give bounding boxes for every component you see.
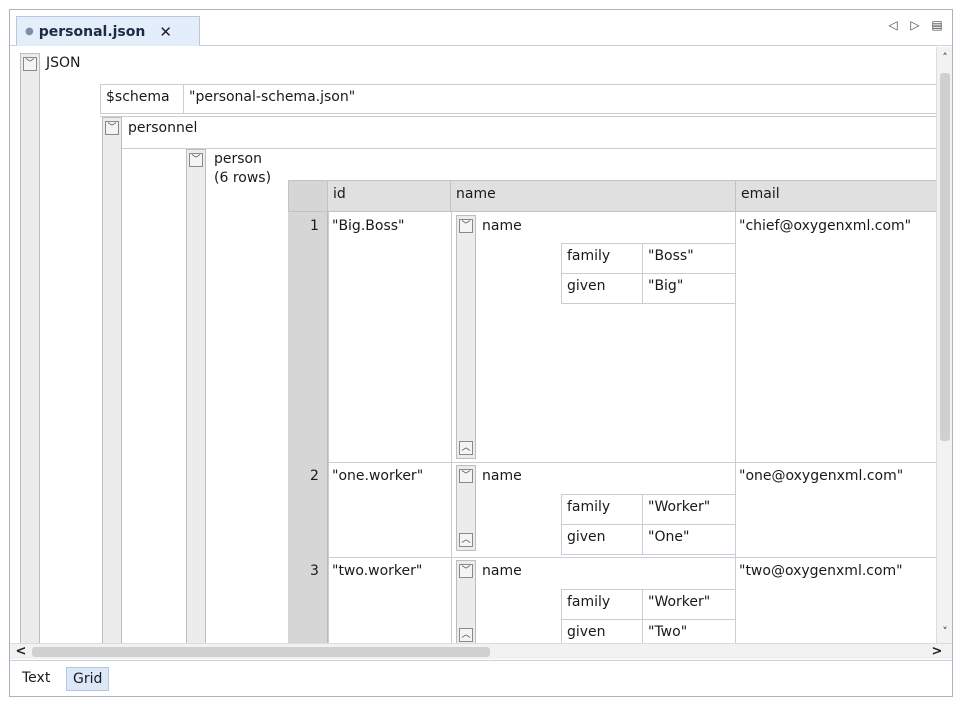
- tab-filename: personal.json: [38, 23, 146, 40]
- name-gutter: [456, 215, 476, 459]
- collapse-personnel-icon[interactable]: ﹀: [105, 121, 119, 135]
- name-label: name: [482, 468, 522, 484]
- tab-list-menu-icon[interactable]: ▤: [930, 18, 944, 32]
- tab-navigation: ◁ ▷ ▤: [886, 18, 944, 32]
- expand-up-icon[interactable]: ︿: [459, 533, 473, 547]
- mode-tab-text[interactable]: Text: [16, 667, 56, 691]
- given-key: given: [561, 273, 643, 304]
- family-key: family: [561, 589, 643, 620]
- cell-email[interactable]: "one@oxygenxml.com": [739, 468, 903, 484]
- cell-email[interactable]: "chief@oxygenxml.com": [739, 218, 911, 234]
- grid-view: ﹀ JSON $schema "personal-schema.json" ﹀ …: [10, 47, 936, 643]
- schema-value[interactable]: "personal-schema.json": [183, 84, 936, 114]
- person-label: person: [214, 151, 262, 167]
- column-header-name[interactable]: name: [450, 180, 736, 212]
- horizontal-scroll-thumb[interactable]: [32, 647, 490, 657]
- family-value[interactable]: "Worker": [642, 589, 736, 620]
- vertical-scrollbar[interactable]: ˄ ˅: [936, 47, 952, 643]
- scroll-right-icon[interactable]: >: [930, 644, 944, 660]
- expand-up-icon[interactable]: ︿: [459, 628, 473, 642]
- given-key: given: [561, 524, 643, 555]
- cell-email[interactable]: "two@oxygenxml.com": [739, 563, 903, 579]
- scroll-down-icon[interactable]: ˅: [939, 625, 951, 639]
- given-value[interactable]: "One": [642, 524, 736, 555]
- horizontal-scrollbar[interactable]: < >: [10, 643, 952, 659]
- person-gutter: [186, 149, 206, 643]
- row-number-header: [288, 180, 328, 212]
- cell-id[interactable]: "one.worker": [332, 468, 423, 484]
- expand-up-icon[interactable]: ︿: [459, 441, 473, 455]
- scroll-up-icon[interactable]: ˄: [939, 51, 951, 65]
- name-label: name: [482, 218, 522, 234]
- tab-personal-json[interactable]: ● personal.json ✕: [16, 16, 200, 46]
- collapse-name-icon[interactable]: ﹀: [459, 564, 473, 578]
- editor-mode-bar: Text Grid: [10, 660, 952, 696]
- row-number: 1: [310, 218, 319, 234]
- personnel-gutter: [102, 117, 122, 643]
- row-number: 2: [310, 468, 319, 484]
- collapse-name-icon[interactable]: ﹀: [459, 219, 473, 233]
- scroll-left-icon[interactable]: <: [14, 644, 28, 660]
- person-row-count: (6 rows): [214, 170, 272, 186]
- family-key: family: [561, 243, 643, 274]
- given-key: given: [561, 619, 643, 643]
- modified-dot-icon: ●: [25, 26, 34, 37]
- editor-frame: ● personal.json ✕ ◁ ▷ ▤ ﹀ JSON $schema "…: [9, 9, 953, 697]
- cell-id[interactable]: "two.worker": [332, 563, 422, 579]
- column-header-id[interactable]: id: [327, 180, 451, 212]
- vertical-scroll-thumb[interactable]: [940, 73, 950, 441]
- column-header-email[interactable]: email: [735, 180, 936, 212]
- given-value[interactable]: "Two": [642, 619, 736, 643]
- root-gutter: [20, 53, 40, 643]
- next-tab-icon[interactable]: ▷: [908, 18, 922, 32]
- personnel-label: personnel: [128, 120, 198, 136]
- collapse-root-icon[interactable]: ﹀: [23, 57, 37, 71]
- family-value[interactable]: "Boss": [642, 243, 736, 274]
- name-label: name: [482, 563, 522, 579]
- family-key: family: [561, 494, 643, 525]
- close-tab-icon[interactable]: ✕: [159, 23, 172, 41]
- collapse-person-icon[interactable]: ﹀: [189, 153, 203, 167]
- row-number: 3: [310, 563, 319, 579]
- collapse-name-icon[interactable]: ﹀: [459, 469, 473, 483]
- cell-id[interactable]: "Big.Boss": [332, 218, 404, 234]
- schema-key: $schema: [100, 84, 184, 114]
- row-number-column: [288, 212, 328, 643]
- family-value[interactable]: "Worker": [642, 494, 736, 525]
- given-value[interactable]: "Big": [642, 273, 736, 304]
- tab-bar: ● personal.json ✕ ◁ ▷ ▤: [10, 10, 952, 46]
- mode-tab-grid[interactable]: Grid: [66, 667, 110, 691]
- previous-tab-icon[interactable]: ◁: [886, 18, 900, 32]
- root-label: JSON: [46, 55, 81, 71]
